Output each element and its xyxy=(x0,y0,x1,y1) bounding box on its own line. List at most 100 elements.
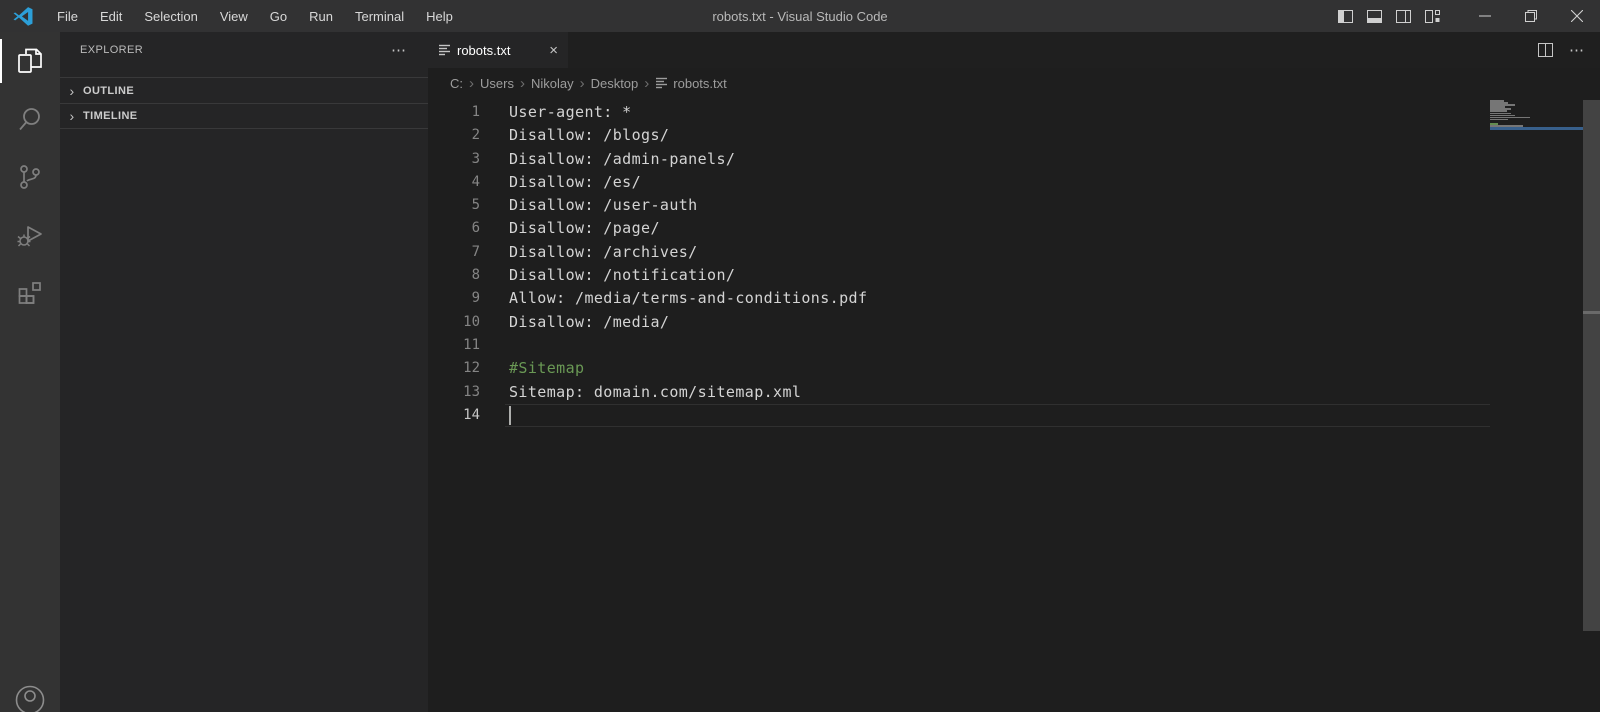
text-file-icon xyxy=(656,77,668,89)
tab-bar: robots.txt × ⋯ xyxy=(428,32,1600,68)
line-text: Disallow: /es/ xyxy=(509,172,642,191)
chevron-right-icon: › xyxy=(579,74,585,92)
breadcrumb-item[interactable]: Desktop xyxy=(591,76,639,91)
line-number: 10 xyxy=(463,313,480,330)
code-line-2[interactable]: 2 Disallow: /blogs/ xyxy=(428,124,1490,147)
tab-close-icon[interactable]: × xyxy=(549,43,558,58)
line-number: 11 xyxy=(463,336,480,353)
sidebar-title: EXPLORER xyxy=(80,43,144,56)
menu-terminal[interactable]: Terminal xyxy=(346,5,413,28)
menu-bar: File Edit Selection View Go Run Terminal Help xyxy=(48,5,462,28)
code-line-14[interactable]: 14 xyxy=(428,403,1490,428)
sidebar-more-actions-icon[interactable]: ⋯ xyxy=(391,41,408,59)
line-text: Sitemap: domain.com/sitemap.xml xyxy=(509,382,802,401)
menu-file[interactable]: File xyxy=(48,5,87,28)
line-text: Disallow: /user-auth xyxy=(509,196,698,215)
line-text: Allow: /media/terms-and-conditions.pdf xyxy=(509,289,868,308)
line-number: 1 xyxy=(471,104,480,120)
line-number: 13 xyxy=(463,383,480,400)
toggle-secondary-sidebar-icon[interactable] xyxy=(1396,9,1411,23)
source-control-icon[interactable] xyxy=(0,148,60,206)
editor-more-actions-icon[interactable]: ⋯ xyxy=(1569,41,1586,59)
line-number: 8 xyxy=(471,267,480,284)
tab-label: robots.txt xyxy=(457,42,511,58)
editor-group: robots.txt × ⋯ C: › Users › Nikolay › Desktop ›… xyxy=(428,32,1600,712)
minimize-button[interactable] xyxy=(1462,0,1508,32)
toggle-sidebar-icon[interactable] xyxy=(1338,9,1353,23)
run-debug-icon[interactable] xyxy=(0,206,60,264)
scrollbar-thumb[interactable] xyxy=(1583,100,1600,631)
menu-help[interactable]: Help xyxy=(417,5,462,28)
menu-run[interactable]: Run xyxy=(300,5,342,28)
breadcrumb-item[interactable]: Nikolay xyxy=(531,76,574,91)
minimap[interactable] xyxy=(1490,100,1583,130)
line-text: Disallow: /archives/ xyxy=(509,242,698,261)
line-text: Disallow: /blogs/ xyxy=(509,126,670,145)
sidebar-section-label: TIMELINE xyxy=(83,110,138,122)
code-line-1[interactable]: 1 User-agent: * xyxy=(428,101,1490,124)
overview-ruler-cursor-marker xyxy=(1583,311,1600,314)
chevron-right-icon: › xyxy=(519,74,525,92)
menu-selection[interactable]: Selection xyxy=(135,5,206,28)
customize-layout-icon[interactable] xyxy=(1425,9,1440,23)
line-number: 3 xyxy=(471,150,480,167)
vertical-scrollbar[interactable] xyxy=(1583,98,1600,712)
close-window-button[interactable] xyxy=(1554,0,1600,32)
explorer-icon[interactable] xyxy=(0,32,60,90)
line-text: Disallow: /admin-panels/ xyxy=(509,149,736,168)
vscode-logo-icon xyxy=(13,7,33,26)
editor-actions: ⋯ xyxy=(1538,32,1600,68)
line-number: 4 xyxy=(471,173,480,190)
restore-button[interactable] xyxy=(1508,0,1554,32)
breadcrumb-item[interactable]: C: xyxy=(450,76,463,91)
code-line-4[interactable]: 4 Disallow: /es/ xyxy=(428,171,1490,194)
extensions-icon[interactable] xyxy=(0,264,60,322)
tab-robots-txt[interactable]: robots.txt × xyxy=(428,32,568,68)
code-line-10[interactable]: 10 Disallow: /media/ xyxy=(428,311,1490,334)
line-text: User-agent: * xyxy=(509,103,632,121)
account-icon[interactable] xyxy=(0,680,60,712)
code-line-3[interactable]: 3 Disallow: /admin-panels/ xyxy=(428,148,1490,171)
breadcrumb-file-label: robots.txt xyxy=(673,75,727,91)
search-icon[interactable] xyxy=(0,90,60,148)
code-line-8[interactable]: 8 Disallow: /notification/ xyxy=(428,264,1490,287)
minimap-current-line xyxy=(1490,127,1583,130)
breadcrumb-item[interactable]: Users xyxy=(480,76,514,91)
code-line-5[interactable]: 5 Disallow: /user-auth xyxy=(428,194,1490,217)
line-number: 5 xyxy=(471,197,480,214)
sidebar-section-label: OUTLINE xyxy=(83,84,135,97)
current-line-highlight xyxy=(505,403,1490,428)
line-text: Disallow: /page/ xyxy=(509,219,660,238)
line-text: Disallow: /notification/ xyxy=(509,266,736,285)
split-editor-icon[interactable] xyxy=(1538,43,1553,57)
text-file-icon xyxy=(439,44,450,56)
line-number: 9 xyxy=(471,290,480,307)
activity-bar xyxy=(0,32,60,712)
text-cursor xyxy=(509,405,511,425)
sidebar-section-outline[interactable]: › OUTLINE xyxy=(60,77,428,103)
toggle-panel-icon[interactable] xyxy=(1367,9,1382,23)
menu-go[interactable]: Go xyxy=(261,5,296,28)
sidebar-section-timeline[interactable]: › TIMELINE xyxy=(60,103,428,129)
code-line-11[interactable]: 11 xyxy=(428,334,1490,357)
line-text: Disallow: /media/ xyxy=(509,312,670,331)
line-number: 14 xyxy=(463,406,480,423)
editor-pane[interactable]: 1 User-agent: * 2 Disallow: /blogs/3 Disallo… xyxy=(428,98,1600,712)
line-text xyxy=(480,334,509,357)
code-line-9[interactable]: 9 Allow: /media/terms-and-conditions.pdf xyxy=(428,287,1490,310)
code-line-6[interactable]: 6 Disallow: /page/ xyxy=(428,217,1490,240)
breadcrumb-file[interactable]: robots.txt xyxy=(655,75,727,91)
line-text: #Sitemap xyxy=(509,359,585,378)
line-number: 2 xyxy=(471,127,480,144)
chevron-right-icon: › xyxy=(644,74,650,92)
titlebar: File Edit Selection View Go Run Terminal Help r… xyxy=(0,0,1600,32)
menu-edit[interactable]: Edit xyxy=(91,5,131,28)
code-line-13[interactable]: 13 Sitemap: domain.com/sitemap.xml xyxy=(428,381,1490,404)
menu-view[interactable]: View xyxy=(211,5,257,28)
code-line-7[interactable]: 7 Disallow: /archives/ xyxy=(428,241,1490,264)
explorer-sidebar: EXPLORER ⋯ › OUTLINE › TIMELINE xyxy=(60,32,428,712)
line-number: 6 xyxy=(471,220,480,237)
code-line-12[interactable]: 12 #Sitemap xyxy=(428,357,1490,380)
line-number: 7 xyxy=(471,243,480,260)
chevron-right-icon: › xyxy=(69,108,75,124)
